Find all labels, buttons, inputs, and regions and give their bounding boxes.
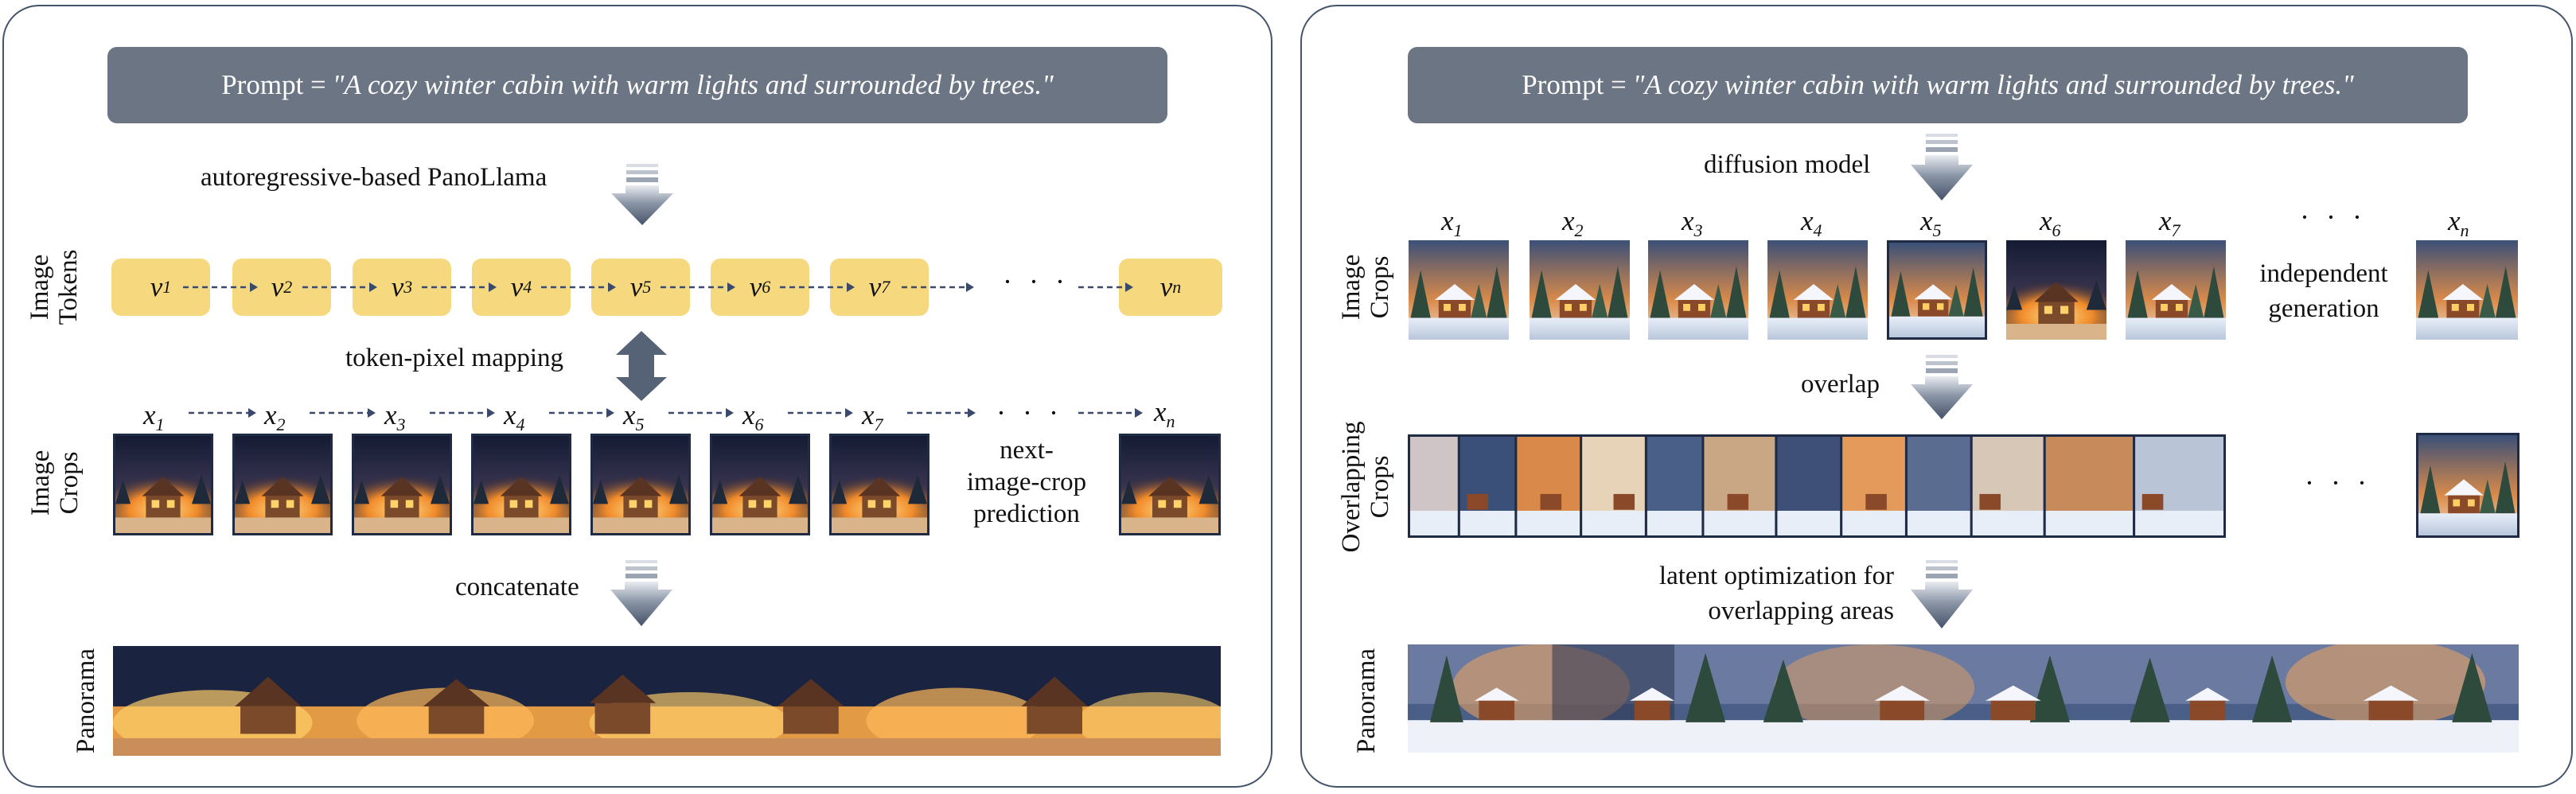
- down-arrow-icon: [610, 560, 672, 626]
- down-arrow-icon: [611, 164, 673, 225]
- down-arrow-icon: [1911, 355, 1973, 419]
- arrows-overlay: [183, 134, 1973, 629]
- down-arrow-icon: [1911, 134, 1973, 200]
- double-arrow-icon: [616, 331, 667, 401]
- down-arrow-icon: [1911, 560, 1973, 629]
